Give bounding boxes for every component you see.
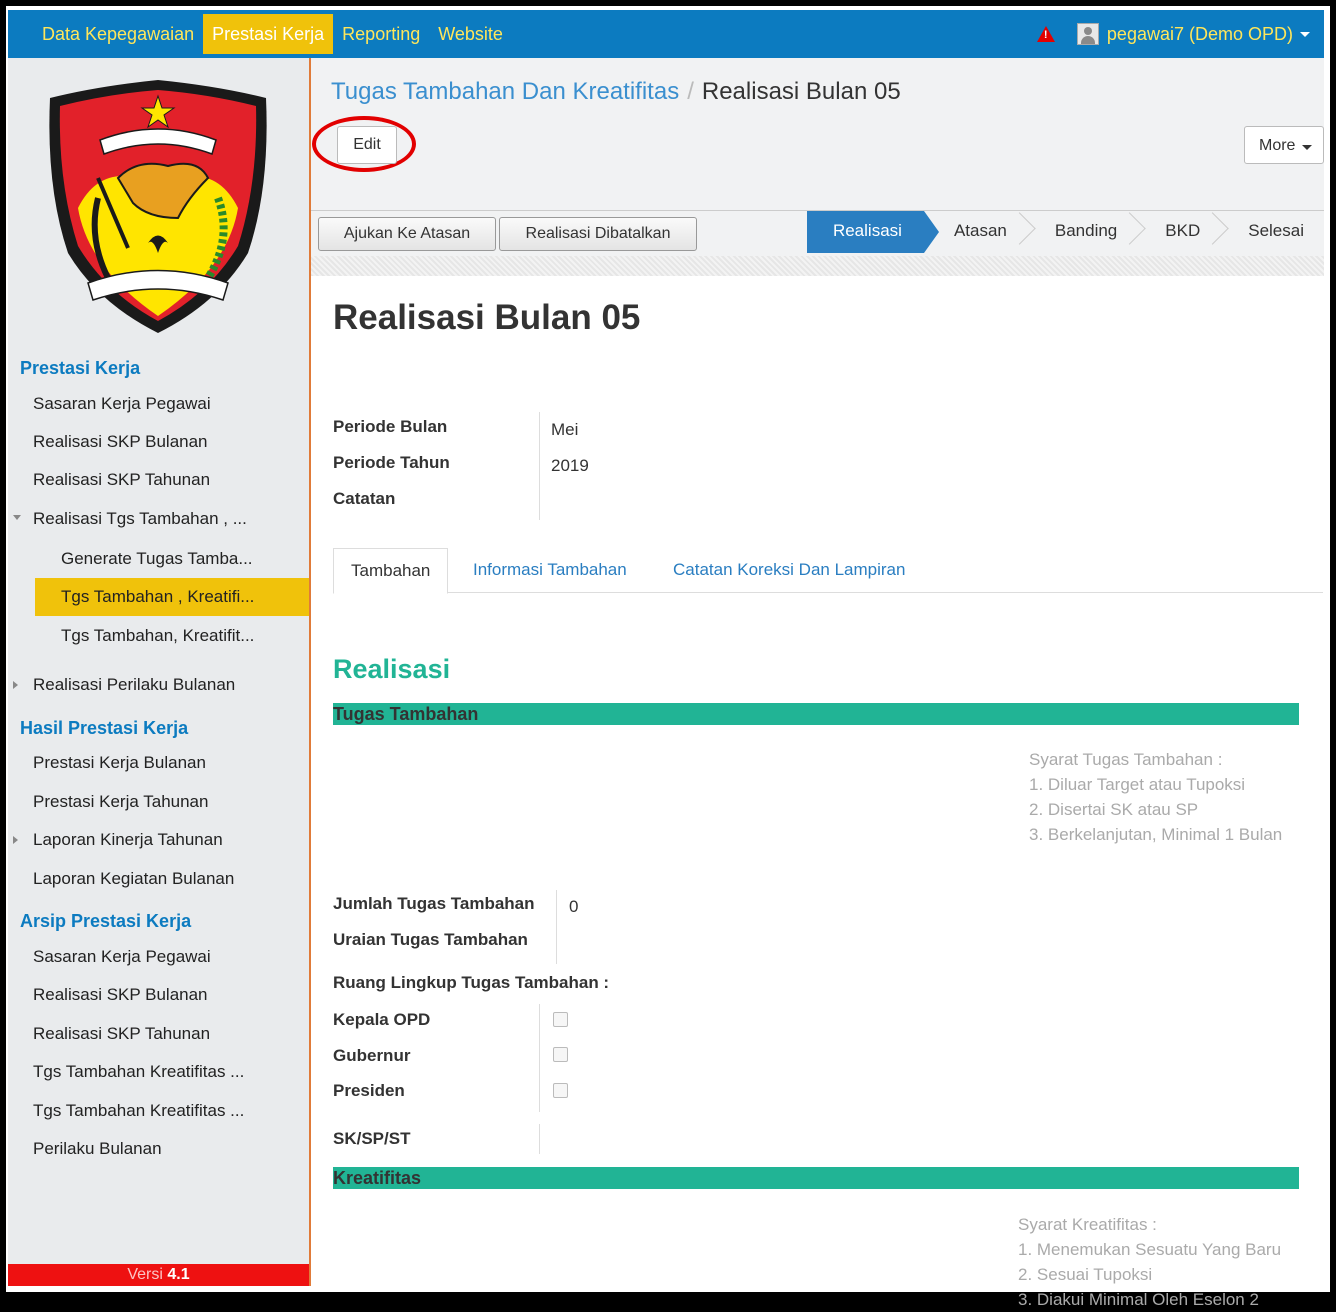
sidebar-item-arsip-tgs-1[interactable]: Tgs Tambahan Kreatifitas ... [33,1062,244,1082]
field-divider [539,1004,540,1112]
expand-down-icon[interactable] [13,515,21,520]
periode-tahun-label: Periode Tahun [333,453,450,472]
menu-prestasi-kerja[interactable]: Prestasi Kerja [203,14,334,54]
chevron-down-icon [1300,31,1310,37]
syarat-kreatifitas-item: 3. Diakui Minimal Oleh Eselon 2 [1018,1290,1259,1309]
ajukan-ke-atasan-button[interactable]: Ajukan Ke Atasan [318,217,496,251]
syarat-tugas-heading: Syarat Tugas Tambahan : [1029,750,1223,769]
stage-bkd[interactable]: BKD [1139,211,1222,253]
menu-reporting[interactable]: Reporting [333,14,429,54]
stage-selesai[interactable]: Selesai [1222,211,1324,253]
tab-informasi-tambahan[interactable]: Informasi Tambahan [473,548,627,592]
kepala-opd-label: Kepala OPD [333,1010,431,1029]
gubernur-label: Gubernur [333,1046,411,1065]
notebook-tabs: Tambahan Informasi Tambahan Catatan Kore… [333,548,1323,594]
tab-tambahan[interactable]: Tambahan [333,548,449,594]
user-menu[interactable]: pegawai7 (Demo OPD) [1107,24,1293,45]
top-navbar: Data Kepegawaian Prestasi Kerja Reportin… [8,10,1324,58]
version-footer: Versi 4.1 [8,1264,309,1286]
sidebar: Prestasi Kerja Sasaran Kerja Pegawai Rea… [8,58,311,1286]
breadcrumb-parent-link[interactable]: Tugas Tambahan Dan Kreatifitas [331,78,679,105]
menu-data-kepegawaian[interactable]: Data Kepegawaian [33,14,203,54]
presiden-label: Presiden [333,1081,405,1100]
sidebar-item-arsip-perilaku[interactable]: Perilaku Bulanan [33,1139,162,1159]
syarat-tugas-notes: Syarat Tugas Tambahan : 1. Diluar Target… [1029,747,1282,847]
sidebar-item-realisasi-tgs-tambahan[interactable]: Realisasi Tgs Tambahan , ... [33,509,247,529]
sidebar-item-realisasi-skp-tahunan[interactable]: Realisasi SKP Tahunan [33,470,210,490]
presiden-checkbox[interactable] [553,1083,568,1098]
periode-bulan-label: Periode Bulan [333,417,448,436]
field-divider [539,412,540,520]
sidebar-item-tgs-tambahan-active[interactable]: Tgs Tambahan , Kreatifi... [35,578,309,616]
workflow-stages: Realisasi Atasan Banding BKD Selesai [806,211,1324,253]
sidebar-item-tgs-tambahan-2[interactable]: Tgs Tambahan, Kreatifit... [61,626,254,646]
stage-banding[interactable]: Banding [1029,211,1139,253]
sidebar-item-arsip-skp-tahunan[interactable]: Realisasi SKP Tahunan [33,1024,210,1044]
edit-button[interactable]: Edit [337,126,397,164]
kepala-opd-checkbox[interactable] [553,1012,568,1027]
status-bar: Ajukan Ke Atasan Realisasi Dibatalkan Re… [311,210,1324,257]
bar-kreatifitas: Kreatifitas [333,1167,1299,1189]
sidebar-item-realisasi-skp-bulanan[interactable]: Realisasi SKP Bulanan [33,432,208,452]
page-title: Realisasi Bulan 05 [333,298,641,337]
sidebar-item-arsip-skp-bulanan[interactable]: Realisasi SKP Bulanan [33,985,208,1005]
bar-tugas-tambahan: Tugas Tambahan [333,703,1299,725]
sk-sp-st-label: SK/SP/ST [333,1129,411,1148]
sidebar-item-laporan-kinerja[interactable]: Laporan Kinerja Tahunan [33,830,223,850]
main-menu: Data Kepegawaian Prestasi Kerja Reportin… [33,10,512,58]
more-dropdown-button[interactable]: More [1244,126,1324,164]
stage-realisasi[interactable]: Realisasi [806,211,939,253]
chevron-down-icon [1302,145,1313,150]
sidebar-item-arsip-sasaran[interactable]: Sasaran Kerja Pegawai [33,947,211,967]
sheet-background-divider [311,256,1324,276]
warning-icon[interactable]: ! [1036,26,1055,42]
syarat-kreatifitas-item: 1. Menemukan Sesuatu Yang Baru [1018,1240,1282,1259]
breadcrumb-current: Realisasi Bulan 05 [701,78,901,105]
field-divider [539,1124,540,1154]
section-arsip-prestasi-kerja: Arsip Prestasi Kerja [20,911,192,931]
tab-catatan-koreksi[interactable]: Catatan Koreksi Dan Lampiran [673,548,905,592]
gubernur-checkbox[interactable] [553,1047,568,1062]
sidebar-item-laporan-kegiatan[interactable]: Laporan Kegiatan Bulanan [33,869,234,889]
syarat-tugas-item: 3. Berkelanjutan, Minimal 1 Bulan [1029,825,1283,844]
menu-website[interactable]: Website [429,14,512,54]
syarat-kreatifitas-heading: Syarat Kreatifitas : [1018,1215,1157,1234]
expand-right-icon[interactable] [13,836,18,844]
field-divider [556,890,557,964]
more-label: More [1259,137,1296,154]
sidebar-item-prestasi-tahunan[interactable]: Prestasi Kerja Tahunan [33,792,208,812]
sidebar-item-realisasi-perilaku[interactable]: Realisasi Perilaku Bulanan [33,675,235,695]
sidebar-item-sasaran-kerja[interactable]: Sasaran Kerja Pegawai [33,394,211,414]
sidebar-item-arsip-tgs-2[interactable]: Tgs Tambahan Kreatifitas ... [33,1101,244,1121]
expand-right-icon[interactable] [13,681,18,689]
jumlah-tugas-label: Jumlah Tugas Tambahan [333,894,535,913]
ruang-lingkup-label: Ruang Lingkup Tugas Tambahan : [333,973,610,992]
sidebar-item-prestasi-bulanan[interactable]: Prestasi Kerja Bulanan [33,753,206,773]
version-number: 4.1 [167,1266,190,1283]
sidebar-item-generate-tugas[interactable]: Generate Tugas Tamba... [61,549,253,569]
jumlah-tugas-value: 0 [569,897,579,916]
form-sheet: Realisasi Bulan 05 Periode Bulan Mei Per… [311,276,1324,1309]
periode-tahun-value: 2019 [551,456,589,475]
syarat-tugas-item: 1. Diluar Target atau Tupoksi [1029,775,1246,794]
user-area: ! pegawai7 (Demo OPD) [1036,10,1310,58]
uraian-tugas-label: Uraian Tugas Tambahan [333,930,528,949]
section-hasil-prestasi-kerja: Hasil Prestasi Kerja [20,718,189,738]
control-panel: Tugas Tambahan Dan Kreatifitas / Realisasi… [311,58,1324,276]
breadcrumb: Tugas Tambahan Dan Kreatifitas / Realisasi… [331,78,901,106]
avatar [1076,23,1099,45]
section-title-realisasi: Realisasi [333,654,451,684]
section-prestasi-kerja: Prestasi Kerja [20,358,141,378]
syarat-tugas-item: 2. Disertai SK atau SP [1029,800,1199,819]
ntt-emblem-logo [49,80,267,333]
breadcrumb-separator: / [687,78,694,105]
stage-atasan[interactable]: Atasan [924,211,1029,253]
version-label: Versi [127,1266,163,1283]
syarat-kreatifitas-notes: Syarat Kreatifitas : 1. Menemukan Sesuat… [1018,1212,1281,1312]
realisasi-dibatalkan-button[interactable]: Realisasi Dibatalkan [499,217,697,251]
syarat-kreatifitas-item: 2. Sesuai Tupoksi [1018,1265,1153,1284]
periode-bulan-value: Mei [551,420,579,439]
catatan-label: Catatan [333,489,396,508]
